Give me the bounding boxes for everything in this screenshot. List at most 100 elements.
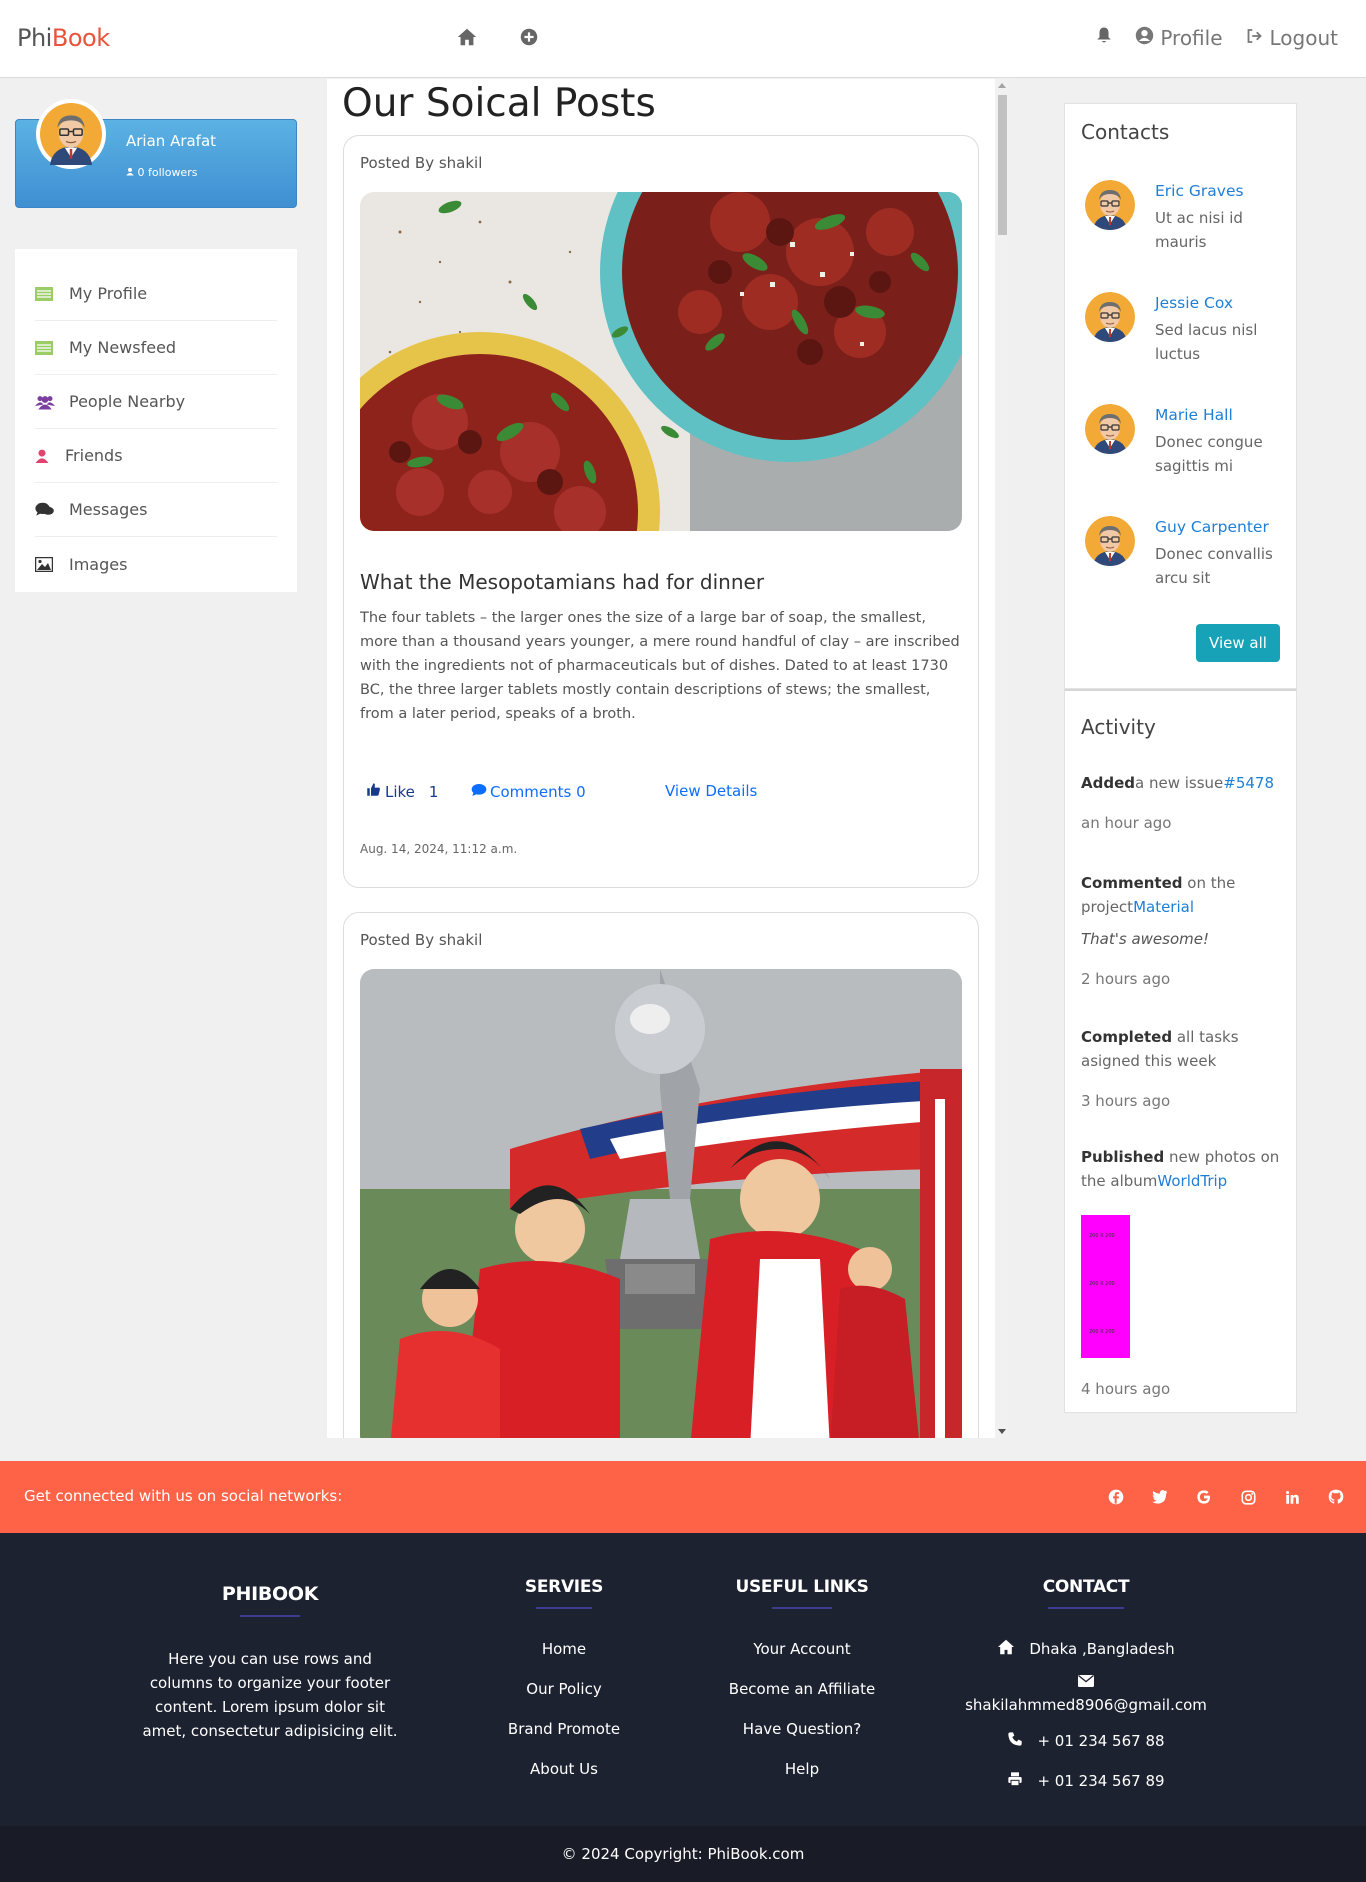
footer-contact-column: CONTACT Dhaka ,Bangladesh shakilahmmed89… (956, 1577, 1216, 1801)
view-details-link[interactable]: View Details (665, 782, 757, 801)
contact-name[interactable]: Guy Carpenter (1155, 518, 1269, 536)
envelope-icon (956, 1669, 1216, 1693)
footer-divider (1048, 1607, 1124, 1609)
sidebar-item-friends[interactable]: Friends (35, 429, 277, 483)
scroll-up-arrow[interactable] (998, 83, 1006, 88)
footer-link-our-policy[interactable]: Our Policy (484, 1669, 644, 1709)
activity-link[interactable]: Material (1133, 898, 1194, 916)
activity-link[interactable]: WorldTrip (1157, 1172, 1227, 1190)
activity-item: Published new photos on the albumWorldTr… (1081, 1145, 1286, 1193)
logout-label: Logout (1269, 25, 1338, 50)
footer-services-column: SERVIES Home Our Policy Brand Promote Ab… (484, 1577, 644, 1789)
sidebar-menu: My Profile My Newsfeed People Nearby Fri… (15, 249, 297, 592)
like-count: 1 (428, 782, 439, 801)
home-icon[interactable] (456, 26, 478, 52)
footer-link-help[interactable]: Help (712, 1749, 892, 1789)
post-card: Posted By shakil (343, 135, 979, 888)
footer-link-become-affiliate[interactable]: Become an Affiliate (712, 1669, 892, 1709)
footer-address-text: Dhaka ,Bangladesh (1029, 1640, 1175, 1658)
activity-title: Activity (1081, 715, 1156, 739)
instagram-icon[interactable] (1236, 1485, 1260, 1509)
feed-scrollbar[interactable] (995, 79, 1009, 1438)
footer-useful-links-column: USEFUL LINKS Your Account Become an Affi… (712, 1577, 892, 1789)
profile-link[interactable]: Profile (1135, 26, 1223, 50)
footer-brand-column: PHIBOOK Here you can use rows and column… (140, 1583, 400, 1743)
footer-link-brand-promote[interactable]: Brand Promote (484, 1709, 644, 1749)
sidebar-item-people-nearby[interactable]: People Nearby (35, 375, 277, 429)
contact-desc: Donec convallis arcu sit (1155, 545, 1273, 587)
post-author: Posted By shakil (360, 154, 483, 172)
user-icon (35, 448, 63, 464)
like-label: Like (385, 782, 415, 801)
post-date: Aug. 14, 2024, 11:12 a.m. (360, 842, 518, 856)
activity-action: Completed (1081, 1028, 1173, 1046)
twitter-icon[interactable] (1148, 1485, 1172, 1509)
posts-feed[interactable]: Our Soical Posts Posted By shakil What t… (327, 79, 1009, 1438)
footer-email[interactable]: shakilahmmed8906@gmail.com (956, 1693, 1216, 1717)
sidebar-item-label: My Profile (69, 284, 148, 303)
activity-link[interactable]: #5478 (1223, 774, 1274, 792)
contact-name[interactable]: Jessie Cox (1155, 294, 1233, 312)
sidebar-item-my-newsfeed[interactable]: My Newsfeed (35, 321, 277, 375)
view-all-button[interactable]: View all (1196, 624, 1280, 662)
footer-divider (240, 1615, 300, 1617)
list-icon (35, 340, 67, 355)
brand-book: Book (51, 24, 110, 52)
footer-useful-title: USEFUL LINKS (735, 1577, 869, 1597)
facebook-icon[interactable] (1104, 1485, 1128, 1509)
linkedin-icon[interactable] (1280, 1485, 1304, 1509)
user-icon (126, 166, 138, 179)
scroll-down-arrow[interactable] (998, 1429, 1006, 1434)
thumbs-up-icon (366, 782, 381, 801)
activity-item: Addeda new issue#5478 an hour ago (1081, 771, 1286, 835)
nav-right: Profile Logout (1095, 25, 1338, 50)
brand-phi: Phi (17, 24, 52, 52)
followers-count: 0 followers (137, 166, 198, 179)
footer-link-about-us[interactable]: About Us (484, 1749, 644, 1789)
sidebar-item-label: People Nearby (69, 392, 186, 411)
brand-logo[interactable]: PhiBook (17, 24, 110, 52)
placeholder-text: 200 X 200 (1089, 1329, 1115, 1335)
footer-phone-text: + 01 234 567 88 (1037, 1732, 1165, 1750)
add-post-icon[interactable] (518, 26, 540, 52)
footer-description: Here you can use rows and columns to org… (142, 1650, 398, 1740)
footer-divider (772, 1607, 832, 1609)
post-card: Posted By shakil (343, 912, 979, 1438)
footer-fax: + 01 234 567 89 (956, 1761, 1216, 1801)
github-icon[interactable] (1324, 1485, 1348, 1509)
comments-link[interactable]: Comments 0 (471, 782, 665, 801)
contact-name[interactable]: Marie Hall (1155, 406, 1233, 424)
profile-followers: 0 followers (126, 166, 197, 179)
post-image (360, 192, 962, 531)
bell-icon[interactable] (1095, 25, 1113, 50)
contact-name[interactable]: Eric Graves (1155, 182, 1244, 200)
sidebar-item-images[interactable]: Images (35, 537, 277, 591)
profile-name: Arian Arafat (126, 132, 217, 150)
like-button[interactable]: Like 1 (366, 782, 471, 801)
logout-link[interactable]: Logout (1245, 26, 1338, 50)
avatar (1085, 516, 1135, 566)
footer-fax-text: + 01 234 567 89 (1037, 1772, 1165, 1790)
activity-time: 3 hours ago (1081, 1092, 1171, 1110)
footer-link-have-question[interactable]: Have Question? (712, 1709, 892, 1749)
social-bar-text: Get connected with us on social networks… (24, 1487, 343, 1505)
footer-brand-title: PHIBOOK (221, 1583, 319, 1605)
footer-link-your-account[interactable]: Your Account (712, 1629, 892, 1669)
comments-label: Comments 0 (490, 782, 586, 801)
activity-item: Commented on the projectMaterial That's … (1081, 871, 1286, 991)
scroll-thumb[interactable] (998, 95, 1007, 235)
print-icon (1007, 1771, 1023, 1791)
sidebar-item-my-profile[interactable]: My Profile (35, 267, 277, 321)
activity-time: 4 hours ago (1081, 1380, 1171, 1398)
avatar (36, 99, 106, 169)
sidebar-item-messages[interactable]: Messages (35, 483, 277, 537)
image-icon (35, 556, 67, 572)
activity-item: 4 hours ago (1081, 1377, 1286, 1401)
contacts-title: Contacts (1081, 120, 1170, 144)
footer-link-home[interactable]: Home (484, 1629, 644, 1669)
contacts-panel: Contacts Eric Graves Ut ac nisi id mauri… (1064, 103, 1297, 689)
post-heading: What the Mesopotamians had for dinner (360, 570, 765, 594)
avatar (1085, 292, 1135, 342)
google-icon[interactable] (1192, 1485, 1216, 1509)
profile-card[interactable]: Arian Arafat 0 followers (15, 99, 297, 208)
